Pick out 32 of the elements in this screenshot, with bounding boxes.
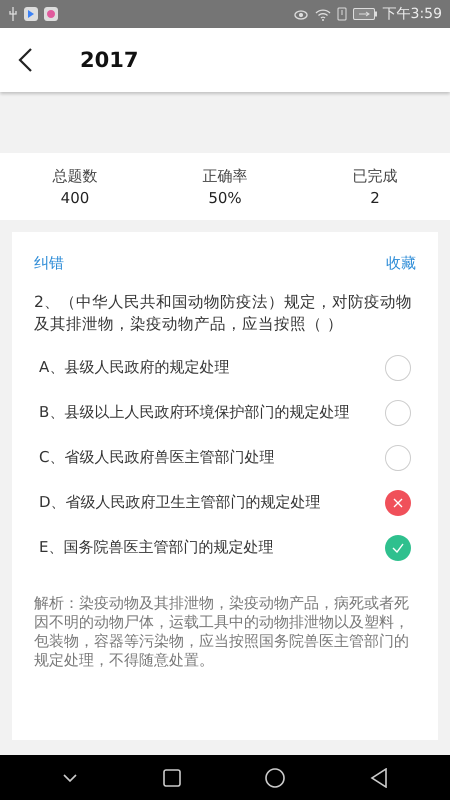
option-radio[interactable] [385, 354, 411, 380]
wrong-answer-icon[interactable] [385, 490, 411, 516]
page-title: 2017 [80, 48, 138, 72]
eye-icon [292, 8, 309, 20]
wifi-icon [314, 8, 331, 20]
home-icon[interactable] [265, 768, 286, 788]
stat-value: 50% [208, 188, 242, 206]
battery-icon [352, 8, 377, 20]
stat-value: 400 [60, 188, 90, 206]
stat-label: 总题数 [52, 166, 98, 186]
explanation-text: 解析：染疫动物及其排泄物，染疫动物产品，病死或者死因不明的动物尸体，运载工具中的动物排泄物以及塑料，包装物，容器等污染物，应当按照国务院兽医主管部门的规定处理，不得随意处置。 [34, 594, 410, 670]
option-text[interactable]: A、县级人民政府的规定处理 [39, 358, 230, 377]
report-error-link[interactable]: 纠错 [34, 254, 64, 273]
stat-label: 正确率 [202, 166, 248, 186]
option-text[interactable]: C、省级人民政府兽医主管部门处理 [39, 448, 274, 467]
question-text: 2、（中华人民共和国动物防疫法）规定，对防疫动物及其排泄物，染疫动物产品，应当按照（ ） [34, 292, 413, 335]
app-icon [44, 7, 58, 21]
recent-apps-icon[interactable] [162, 768, 181, 786]
option-text[interactable]: B、县级以上人民政府环境保护部门的规定处理 [39, 403, 350, 422]
option-radio[interactable] [385, 400, 411, 426]
stat-label: 已完成 [352, 166, 398, 186]
app-icon [24, 7, 38, 21]
option-text[interactable]: D、省级人民政府卫生主管部门的规定处理 [39, 493, 321, 512]
chevron-down-icon[interactable] [62, 772, 78, 782]
option-text[interactable]: E、国务院兽医主管部门的规定处理 [39, 538, 274, 557]
favorite-link[interactable]: 收藏 [386, 254, 416, 273]
sim-icon [336, 7, 347, 21]
option-radio[interactable] [385, 444, 411, 470]
status-time: 下午3:59 [382, 5, 442, 23]
usb-icon [8, 7, 18, 21]
back-icon[interactable] [370, 768, 388, 788]
stat-value: 2 [370, 188, 380, 206]
